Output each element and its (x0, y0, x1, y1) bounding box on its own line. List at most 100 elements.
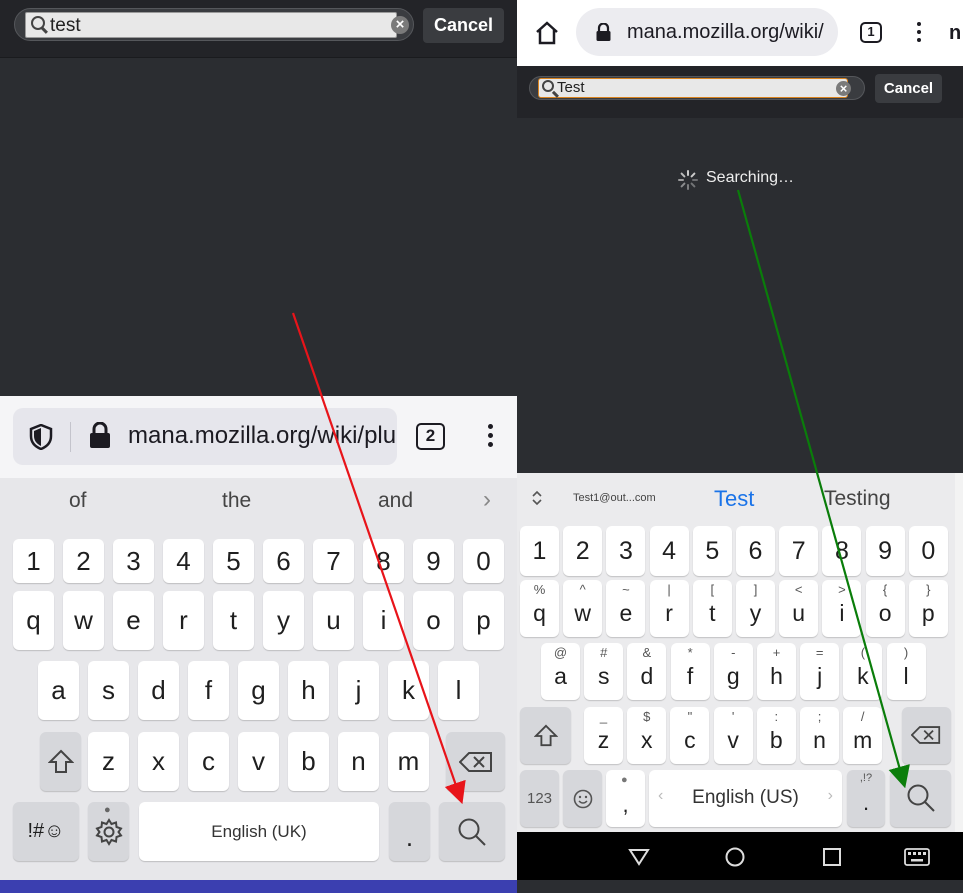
key-u[interactable]: u (313, 591, 354, 650)
home-nav-icon[interactable] (725, 847, 745, 867)
key-x[interactable]: x (138, 732, 179, 791)
search-field-container[interactable]: Test × (529, 76, 865, 100)
key-7[interactable]: 7 (779, 526, 819, 576)
key-h[interactable]: h (288, 661, 329, 720)
key-m[interactable]: / m (843, 707, 883, 764)
key-y[interactable]: ] y (736, 580, 775, 637)
key-3[interactable]: 3 (606, 526, 646, 576)
key-z[interactable]: _ z (584, 707, 623, 764)
key-t[interactable]: t (213, 591, 254, 650)
key-3[interactable]: 3 (113, 539, 154, 583)
url-bar[interactable]: mana.mozilla.org/wiki/plug (13, 408, 397, 465)
key-m[interactable]: m (388, 732, 429, 791)
key-p[interactable]: } p (908, 580, 948, 637)
key-b[interactable]: :b (756, 707, 796, 764)
key-r[interactable]: | r (649, 580, 689, 637)
key-h[interactable]: + h (757, 643, 796, 700)
backspace-key[interactable] (446, 732, 505, 791)
key-o[interactable]: o (413, 591, 454, 650)
key-g[interactable]: -g (713, 643, 753, 700)
collapse-toolbar-icon[interactable] (531, 490, 543, 506)
key-8[interactable]: 8 (822, 526, 862, 576)
key-0[interactable]: 0 (463, 539, 504, 583)
menu-icon[interactable] (488, 424, 494, 451)
shift-key[interactable] (520, 707, 571, 764)
key-0[interactable]: 0 (908, 526, 948, 576)
key-x[interactable]: $ x (627, 707, 667, 764)
keyboard-icon[interactable] (904, 848, 930, 866)
menu-icon[interactable] (917, 22, 923, 46)
tab-counter[interactable]: 1 (860, 22, 882, 43)
key-1[interactable]: 1 (520, 526, 559, 576)
key-t[interactable]: [t (692, 580, 732, 637)
key-r[interactable]: r (163, 591, 204, 650)
space-key[interactable]: English (UK) (139, 802, 379, 861)
key-z[interactable]: z (88, 732, 129, 791)
key-j[interactable]: j (338, 661, 379, 720)
key-a[interactable]: a (38, 661, 79, 720)
key-2[interactable]: 2 (63, 539, 104, 583)
search-input[interactable]: Test (538, 78, 848, 98)
clear-search-icon[interactable]: × (391, 16, 409, 34)
emoji-key[interactable] (563, 770, 602, 827)
suggestion-2[interactable]: the (222, 489, 251, 513)
key-w[interactable]: ^ w (563, 580, 603, 637)
mode-key[interactable]: 123 (520, 770, 559, 827)
lock-icon[interactable] (89, 422, 111, 449)
space-key[interactable]: ‹ English (US) › (649, 770, 842, 827)
key-n[interactable]: ; n (800, 707, 839, 764)
key-e[interactable]: e (113, 591, 154, 650)
key-g[interactable]: g (238, 661, 279, 720)
key-i[interactable]: i (363, 591, 404, 650)
shift-key[interactable] (40, 732, 81, 791)
comma-key[interactable]: ● , (606, 770, 645, 827)
symbols-key[interactable]: !#☺ (13, 802, 79, 861)
key-v[interactable]: v (238, 732, 279, 791)
settings-key[interactable]: ● (88, 802, 129, 861)
key-u[interactable]: < u (779, 580, 819, 637)
key-j[interactable]: = j (800, 643, 840, 700)
url-bar[interactable]: mana.mozilla.org/wiki/ (576, 8, 838, 56)
suggestion-1[interactable]: of (69, 489, 87, 513)
clear-search-icon[interactable]: × (836, 81, 851, 96)
key-9[interactable]: 9 (413, 539, 454, 583)
search-field-container[interactable]: test × (14, 8, 414, 41)
key-4[interactable]: 4 (649, 526, 689, 576)
key-7[interactable]: 7 (313, 539, 354, 583)
search-key[interactable] (439, 802, 505, 861)
key-w[interactable]: w (63, 591, 104, 650)
key-l[interactable]: l (438, 661, 479, 720)
suggestion-secondary[interactable]: Testing (824, 487, 891, 511)
key-q[interactable]: % q (520, 580, 559, 637)
key-f[interactable]: * f (670, 643, 710, 700)
key-y[interactable]: y (263, 591, 304, 650)
back-icon[interactable] (628, 848, 650, 866)
search-key[interactable] (890, 770, 951, 827)
key-l[interactable]: ) l (886, 643, 926, 700)
key-1[interactable]: 1 (13, 539, 54, 583)
key-6[interactable]: 6 (263, 539, 304, 583)
key-5[interactable]: 5 (213, 539, 254, 583)
key-o[interactable]: {o (865, 580, 905, 637)
key-n[interactable]: n (338, 732, 379, 791)
backspace-key[interactable] (902, 707, 951, 764)
suggestion-primary[interactable]: Test (714, 486, 754, 512)
tab-counter[interactable]: 2 (416, 423, 445, 450)
key-e[interactable]: ~ e (606, 580, 646, 637)
recents-icon[interactable] (823, 848, 841, 866)
shield-icon[interactable] (29, 424, 53, 450)
key-s[interactable]: # s (584, 643, 624, 700)
key-c[interactable]: c (188, 732, 229, 791)
lock-icon[interactable] (596, 23, 611, 41)
suggestion-3[interactable]: and (378, 489, 413, 513)
key-v[interactable]: ' v (713, 707, 753, 764)
key-a[interactable]: @ a (541, 643, 580, 700)
key-5[interactable]: 5 (692, 526, 732, 576)
cancel-button[interactable]: Cancel (875, 74, 942, 103)
key-i[interactable]: > i (822, 580, 862, 637)
key-p[interactable]: p (463, 591, 504, 650)
cancel-button[interactable]: Cancel (423, 8, 504, 43)
period-key[interactable]: ,!? . (847, 770, 885, 827)
key-8[interactable]: 8 (363, 539, 404, 583)
suggestion-more-icon[interactable]: › (483, 486, 491, 514)
